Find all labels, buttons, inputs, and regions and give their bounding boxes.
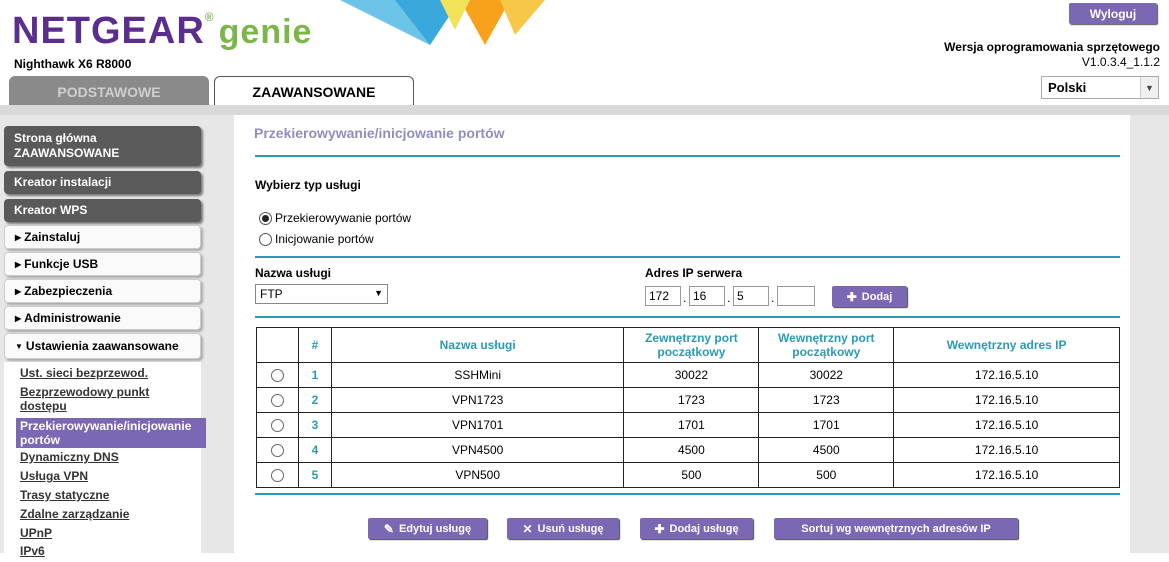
column-header: Wewnętrzny port początkowy [758, 327, 895, 363]
sidebar-item-administration[interactable]: ▶ Administrowanie [4, 306, 201, 330]
service-name-select[interactable]: FTP ▼ [255, 284, 388, 304]
triangle-right-icon: ▶ [15, 259, 22, 269]
column-header: Wewnętrzny adres IP [893, 327, 1120, 363]
pencil-icon: ✎ [383, 521, 394, 536]
server-ip-label: Adres IP serwera [645, 266, 743, 280]
submenu-static-routes[interactable]: Trasy statyczne [20, 488, 109, 502]
column-header: # [297, 327, 332, 363]
sidebar-item-usb[interactable]: ▶ Funkcje USB [4, 252, 201, 276]
decorative-shapes-icon [340, 0, 545, 45]
table-header-row: # Nazwa usługi Zewnętrzny port początkow… [256, 327, 1120, 363]
row-radio-icon[interactable] [270, 394, 284, 408]
radio-port-triggering[interactable]: Inicjowanie portów [259, 232, 374, 246]
select-column-header [256, 327, 299, 363]
row-radio-icon[interactable] [270, 419, 284, 433]
triangle-down-icon: ▼ [15, 341, 23, 351]
edit-service-button[interactable]: ✎ Edytuj usługę [368, 518, 487, 539]
submenu-vpn-service[interactable]: Usługa VPN [20, 469, 88, 483]
header: NETGEAR® genie Nighthawk X6 R8000 Wyloguj… [0, 0, 1169, 106]
row-radio-icon[interactable] [270, 469, 284, 483]
plus-icon: ✚ [654, 521, 665, 536]
table-row: 4 VPN4500 4500 4500 172.16.5.10 [256, 437, 1120, 463]
firmware-version: V1.0.3.4_1.1.2 [1081, 55, 1160, 69]
plus-icon: ✚ [846, 289, 857, 304]
right-gutter [1130, 115, 1169, 553]
ip-octet-1[interactable]: 172 [645, 286, 681, 306]
submenu-upnp[interactable]: UPnP [20, 526, 52, 540]
sort-by-ip-button[interactable]: Sortuj wg wewnętrznych adresów IP [774, 518, 1018, 539]
firmware-label: Wersja oprogramowania sprzętowego [944, 40, 1160, 54]
sidebar-item-wps-wizard[interactable]: Kreator WPS [4, 199, 201, 222]
row-radio-icon[interactable] [270, 369, 284, 383]
add-service-button[interactable]: ✚ Dodaj usługę [640, 518, 753, 539]
chevron-down-icon: ▼ [1140, 77, 1158, 98]
triangle-right-icon: ▶ [15, 232, 22, 242]
radio-checked-icon[interactable] [259, 211, 272, 225]
netgear-genie-logo: NETGEAR® genie [12, 10, 313, 52]
sidebar-item-security[interactable]: ▶ Zabezpieczenia [4, 279, 201, 303]
language-select[interactable]: Polski ▼ [1041, 76, 1159, 99]
tab-basic[interactable]: PODSTAWOWE [9, 76, 209, 106]
sidebar-item-advanced-setup[interactable]: ▼ Ustawienia zaawansowane [4, 333, 201, 359]
submenu-ipv6[interactable]: IPv6 [20, 544, 45, 558]
ip-octet-4[interactable] [777, 286, 815, 306]
divider [255, 256, 1120, 258]
router-model: Nighthawk X6 R8000 [14, 57, 132, 71]
submenu-wireless-ap[interactable]: Bezprzewodowy punkt dostępu [20, 385, 149, 413]
sidebar-item-advanced-home[interactable]: Strona główna ZAAWANSOWANE [4, 126, 201, 166]
ip-octet-2[interactable]: 16 [689, 286, 725, 306]
chevron-down-icon: ▼ [374, 288, 383, 298]
ip-octet-3[interactable]: 5 [733, 286, 769, 306]
close-icon: ✕ [522, 521, 533, 536]
table-row: 2 VPN1723 1723 1723 172.16.5.10 [256, 387, 1120, 413]
radio-port-forwarding[interactable]: Przekierowywanie portów [259, 211, 411, 225]
divider [255, 493, 1120, 495]
column-header: Nazwa usługi [330, 327, 625, 363]
port-forwarding-table: # Nazwa usługi Zewnętrzny port początkow… [256, 327, 1120, 488]
add-button[interactable]: ✚ Dodaj [832, 286, 907, 307]
tab-advanced[interactable]: ZAAWANSOWANE [214, 76, 414, 106]
submenu-port-forwarding[interactable]: Przekierowywanie/inicjowanie portów [16, 418, 206, 448]
triangle-right-icon: ▶ [15, 286, 22, 296]
top-divider [0, 105, 1169, 115]
submenu-remote-management[interactable]: Zdalne zarządzanie [20, 507, 129, 521]
column-header: Zewnętrzny port początkowy [623, 327, 760, 363]
divider [255, 316, 1120, 318]
divider [255, 155, 1120, 157]
submenu-dynamic-dns[interactable]: Dynamiczny DNS [20, 450, 119, 464]
service-type-label: Wybierz typ usługi [255, 178, 361, 192]
radio-unchecked-icon[interactable] [259, 232, 272, 246]
table-row: 1 SSHMini 30022 30022 172.16.5.10 [256, 362, 1120, 388]
sidebar-item-setup-wizard[interactable]: Kreator instalacji [4, 171, 201, 194]
table-row: 3 VPN1701 1701 1701 172.16.5.10 [256, 412, 1120, 438]
sidebar-item-setup[interactable]: ▶ Zainstaluj [4, 225, 201, 249]
triangle-right-icon: ▶ [15, 313, 22, 323]
submenu-wireless-settings[interactable]: Ust. sieci bezprzewod. [20, 366, 148, 380]
page-title: Przekierowywanie/inicjowanie portów [254, 125, 505, 141]
logout-button[interactable]: Wyloguj [1069, 3, 1157, 24]
row-radio-icon[interactable] [270, 444, 284, 458]
table-row: 5 VPN500 500 500 172.16.5.10 [256, 462, 1120, 488]
service-name-label: Nazwa usługi [255, 266, 332, 280]
delete-service-button[interactable]: ✕ Usuń usługę [507, 518, 619, 539]
